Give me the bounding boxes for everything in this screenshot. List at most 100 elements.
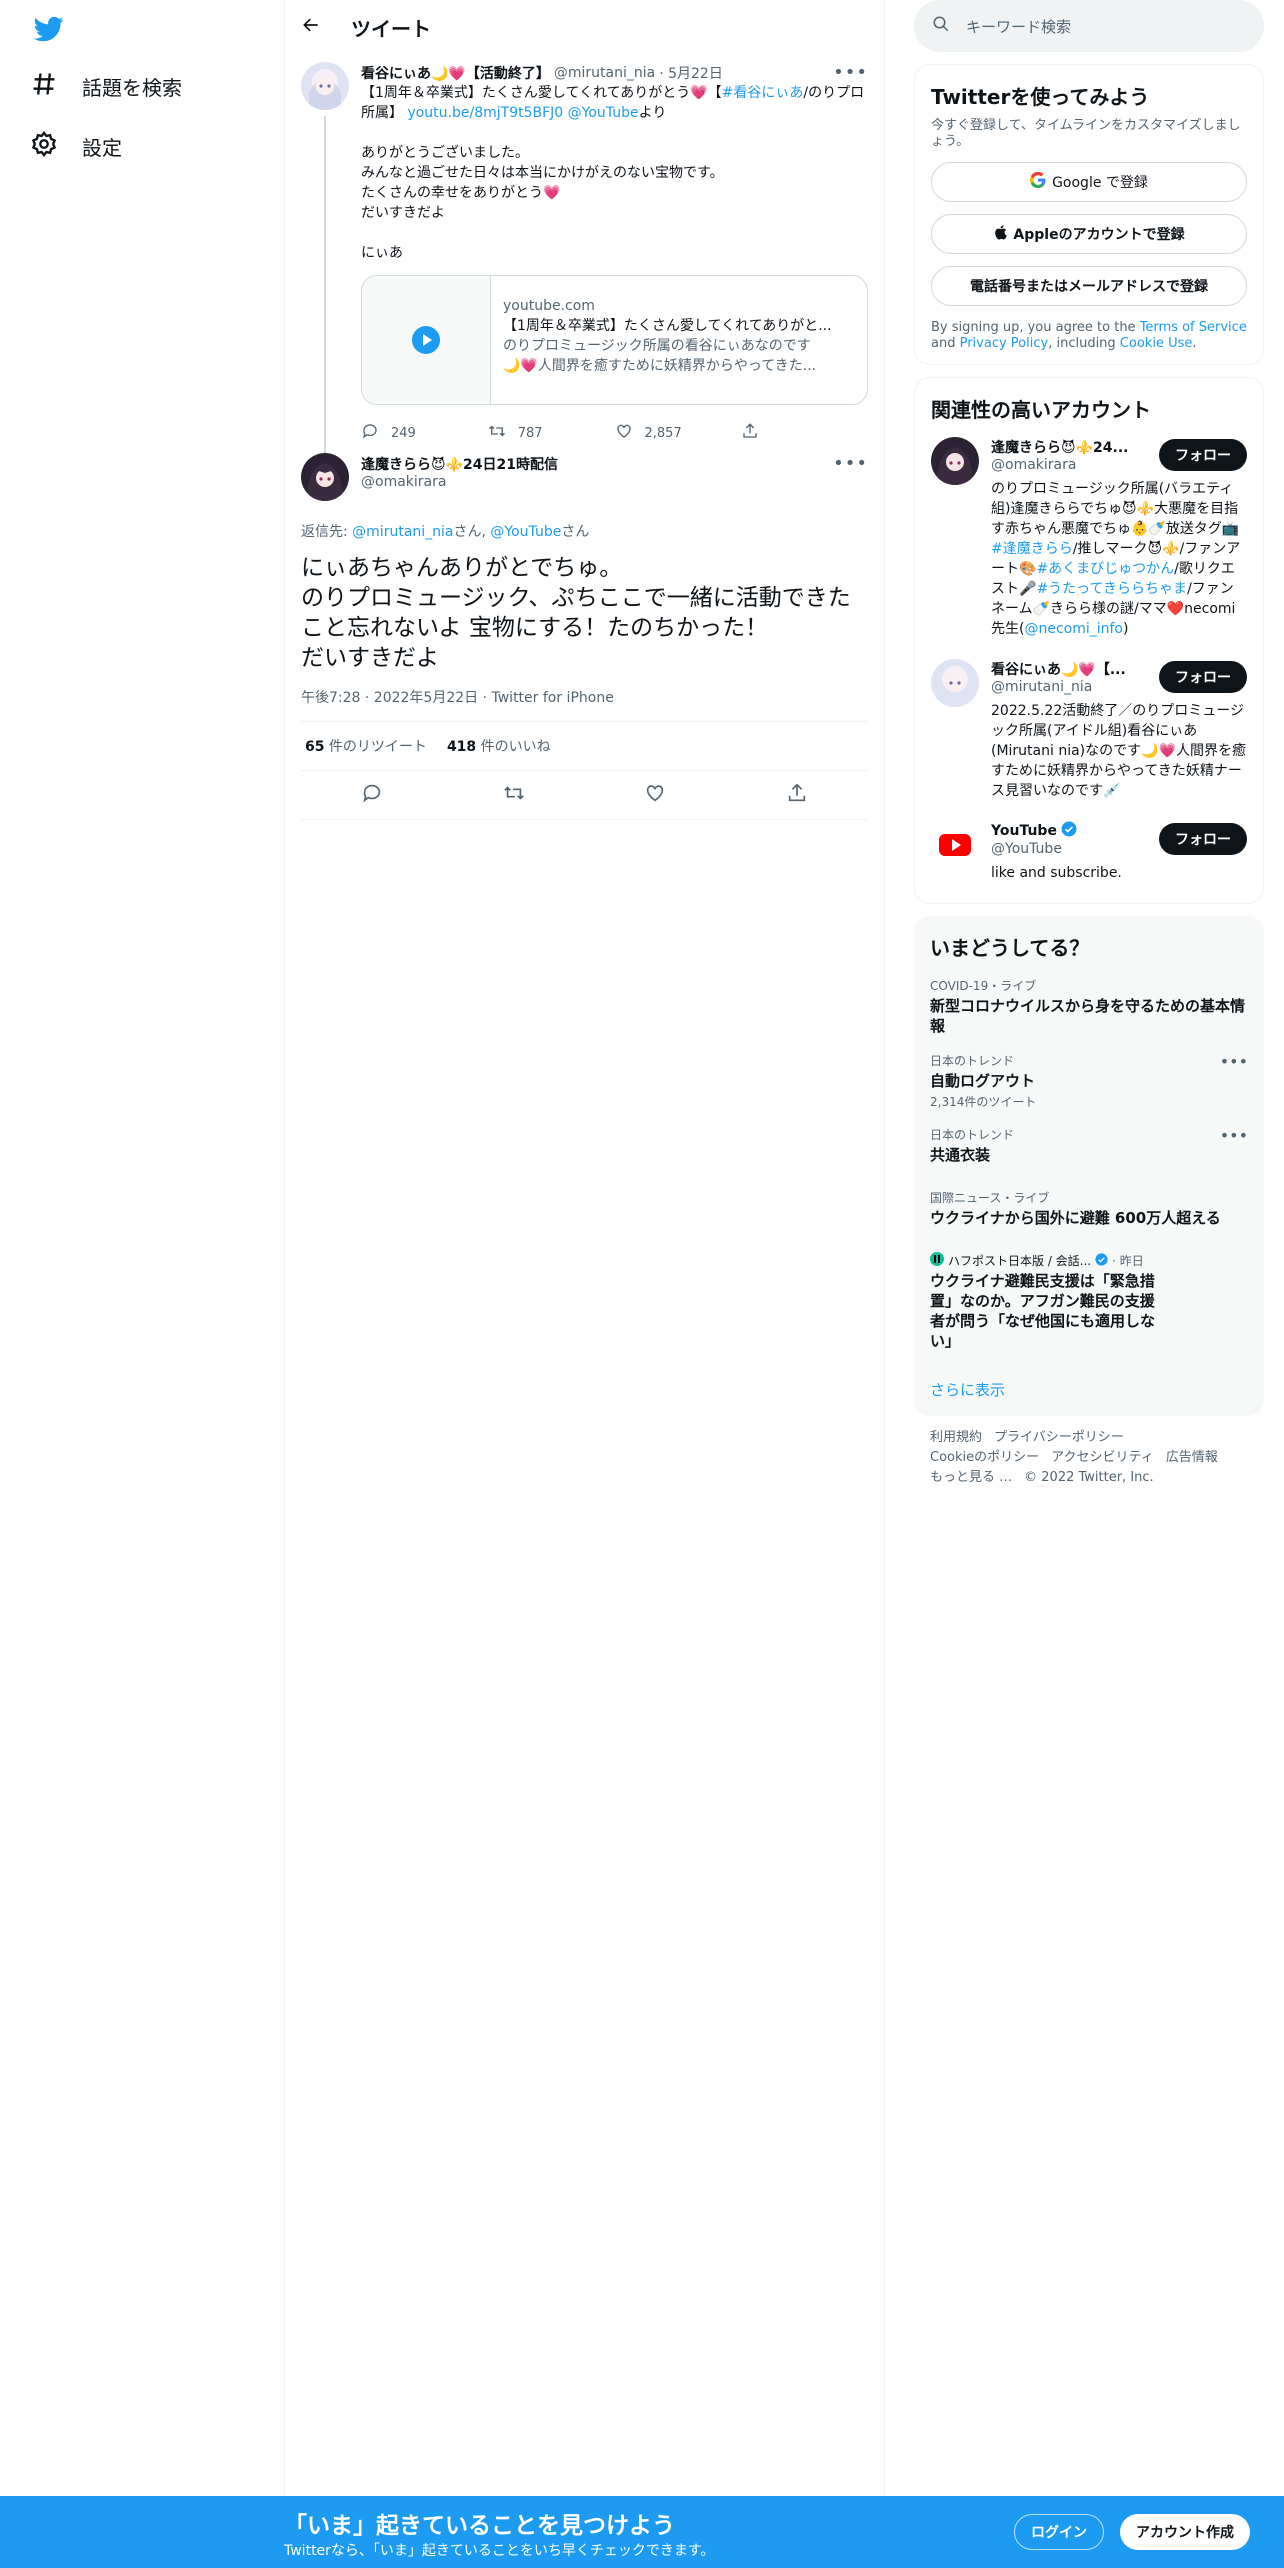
share-icon bbox=[741, 422, 759, 444]
signup-button[interactable]: アカウント作成 bbox=[1120, 2514, 1250, 2550]
search-box[interactable]: キーワード検索 bbox=[914, 0, 1264, 52]
apple-signup-button[interactable]: Appleのアカウントで登録 bbox=[931, 214, 1247, 254]
tweet-body: ありがとうございました。 みんなと過ごせた日々は本当にかけがえのない宝物です。 … bbox=[361, 145, 724, 261]
trends-panel: いまどうしてる？ COVID-19・ライブ 新型コロナウイルスから身を守るための… bbox=[914, 916, 1264, 1416]
footer-link[interactable]: Cookieのポリシー bbox=[930, 1450, 1039, 1465]
trend-count: 2,314件のツイート bbox=[930, 1095, 1037, 1109]
retweet-count: 65 bbox=[305, 739, 325, 755]
google-signup-button[interactable]: Google で登録 bbox=[931, 162, 1247, 202]
reply-mention[interactable]: @mirutani_nia bbox=[352, 524, 453, 540]
youtube-logo-icon[interactable] bbox=[931, 821, 979, 869]
trend-category: COVID-19・ライブ bbox=[930, 979, 1037, 993]
search-input[interactable]: キーワード検索 bbox=[966, 16, 1071, 37]
phone-email-signup-button[interactable]: 電話番号またはメールアドレスで登録 bbox=[931, 266, 1247, 306]
bio-part: のりプロミュージック所属(バラエティ組)逢魔きららでちゅ😈⚜️大悪魔を目指す赤ち… bbox=[991, 481, 1240, 537]
trend-title: 共通衣装 bbox=[930, 1146, 991, 1164]
trend-item[interactable]: 国際ニュース・ライブ ウクライナから国外に避難 600万人超える bbox=[930, 1189, 1248, 1228]
account-item[interactable]: YouTube @YouTube フォロー like and subscribe… bbox=[931, 821, 1247, 883]
tweet-actions bbox=[301, 771, 868, 820]
more-icon[interactable]: ••• bbox=[1220, 1052, 1248, 1071]
privacy-link[interactable]: Privacy Policy bbox=[960, 336, 1049, 351]
more-icon[interactable]: ••• bbox=[833, 453, 868, 474]
account-handle[interactable]: @mirutani_nia bbox=[991, 679, 1151, 695]
more-icon[interactable]: ••• bbox=[833, 62, 868, 83]
trend-title: ウクライナから国外に避難 600万人超える bbox=[930, 1209, 1221, 1227]
terms-text: By signing up, you agree to the Terms of… bbox=[931, 320, 1247, 352]
cookie-link[interactable]: Cookie Use bbox=[1120, 336, 1193, 351]
more-icon[interactable]: ••• bbox=[1220, 1126, 1248, 1145]
card-description: のりプロミュージック所属の看谷にぃあなのです bbox=[503, 338, 811, 354]
retweet-icon[interactable] bbox=[503, 782, 525, 808]
heart-icon[interactable] bbox=[644, 782, 666, 808]
account-name[interactable]: 看谷にぃあ🌙💗【... bbox=[991, 659, 1141, 679]
reply-icon[interactable] bbox=[361, 782, 383, 808]
author-name[interactable]: 看谷にぃあ🌙💗【活動終了】 bbox=[361, 63, 550, 83]
reply-mid: さん, bbox=[453, 524, 491, 540]
nav-explore[interactable]: 話題を検索 bbox=[30, 70, 182, 103]
trend-category: 国際ニュース・ライブ bbox=[930, 1191, 1050, 1205]
footer-link[interactable]: 利用規約 bbox=[930, 1430, 982, 1445]
footer-link[interactable]: プライバシーポリシー bbox=[994, 1430, 1124, 1445]
nav-settings[interactable]: 設定 bbox=[30, 130, 122, 163]
terms-link[interactable]: Terms of Service bbox=[1140, 320, 1247, 335]
terms-part: and bbox=[931, 336, 960, 351]
avatar[interactable] bbox=[301, 62, 349, 110]
signup-banner: 「いま」起きていることを見つけよう Twitterなら、「いま」起きていることを… bbox=[0, 2496, 1284, 2568]
hashtag-link[interactable]: #看谷にぃあ bbox=[722, 85, 804, 101]
footer-link[interactable]: アクセシビリティ bbox=[1051, 1450, 1154, 1465]
footer-link[interactable]: 広告情報 bbox=[1166, 1450, 1218, 1465]
youtube-link[interactable]: youtu.be/8mjT9t5BFJ0 bbox=[407, 105, 563, 121]
trend-item[interactable]: 日本のトレンド 自動ログアウト 2,314件のツイート ••• bbox=[930, 1052, 1248, 1110]
account-handle[interactable]: @YouTube bbox=[991, 841, 1151, 857]
like-count: 418 bbox=[446, 739, 477, 755]
heart-icon bbox=[615, 422, 633, 444]
google-icon bbox=[1029, 171, 1046, 192]
back-arrow-icon[interactable] bbox=[301, 15, 321, 39]
tweet-text-part: より bbox=[638, 105, 667, 121]
show-more-link[interactable]: さらに表示 bbox=[930, 1379, 1248, 1400]
follow-button[interactable]: フォロー bbox=[1159, 661, 1247, 693]
retweet-stat[interactable]: 65 件のリツイート bbox=[305, 736, 427, 756]
avatar[interactable] bbox=[931, 659, 979, 707]
parent-tweet[interactable]: 看谷にぃあ🌙💗【活動終了】 @mirutani_nia · 5月22日 ••• … bbox=[285, 54, 884, 486]
account-item[interactable]: 逢魔きらら😈⚜️24... @omakirara フォロー のりプロミュージック… bbox=[931, 437, 1247, 639]
account-name[interactable]: YouTube bbox=[991, 823, 1057, 839]
terms-part: By signing up, you agree to the bbox=[931, 320, 1140, 335]
twitter-bird-icon[interactable] bbox=[32, 14, 66, 44]
terms-part: , including bbox=[1048, 336, 1120, 351]
huffpost-logo-icon bbox=[930, 1252, 944, 1269]
author-name[interactable]: 逢魔きらら😈⚜️24日21時配信 bbox=[361, 454, 558, 474]
reply-prefix: 返信先: bbox=[301, 524, 353, 540]
follow-button[interactable]: フォロー bbox=[1159, 439, 1247, 471]
trend-item[interactable]: COVID-19・ライブ 新型コロナウイルスから身を守るための基本情報 bbox=[930, 977, 1248, 1036]
like-button[interactable]: 2,857 bbox=[615, 422, 742, 444]
share-button[interactable] bbox=[741, 422, 868, 444]
account-name[interactable]: 逢魔きらら😈⚜️24... bbox=[991, 437, 1141, 457]
hashtag-link[interactable]: #あくまびじゅつかん bbox=[1036, 561, 1174, 577]
link-card[interactable]: youtube.com 【1周年＆卒業式】たくさん愛してくれてありがと... の… bbox=[361, 275, 868, 405]
like-stat[interactable]: 418 件のいいね bbox=[447, 736, 551, 756]
account-item[interactable]: 看谷にぃあ🌙💗【... @mirutani_nia フォロー 2022.5.22… bbox=[931, 659, 1247, 801]
tweet-text: にぃあちゃんありがとでちゅ。 のりプロミュージック、ぷちここで一緒に活動できたこ… bbox=[301, 555, 851, 671]
reply-mention[interactable]: @YouTube bbox=[490, 524, 561, 540]
login-button[interactable]: ログイン bbox=[1014, 2514, 1104, 2550]
tweet-timestamp[interactable]: 午後7:28 · 2022年5月22日 · Twitter for iPhone bbox=[301, 687, 868, 707]
tweet-date[interactable]: · 5月22日 bbox=[659, 63, 723, 83]
author-handle[interactable]: @mirutani_nia bbox=[554, 65, 655, 81]
hashtag-link[interactable]: #逢魔きらら bbox=[991, 541, 1073, 557]
footer-link[interactable]: もっと見る … bbox=[930, 1470, 1012, 1485]
author-handle[interactable]: @omakirara bbox=[361, 474, 868, 490]
mention-link[interactable]: @necomi_info bbox=[1024, 621, 1123, 637]
trend-item[interactable]: 日本のトレンド 共通衣装 ••• bbox=[930, 1126, 1248, 1165]
follow-button[interactable]: フォロー bbox=[1159, 823, 1247, 855]
share-icon[interactable] bbox=[786, 782, 808, 808]
hashtag-link[interactable]: #うたってきららちゃま bbox=[1036, 581, 1187, 597]
mention-link[interactable]: @YouTube bbox=[568, 105, 639, 121]
avatar[interactable] bbox=[931, 437, 979, 485]
trend-item[interactable]: ハフポスト日本版 / 会話... · 昨日 ウクライナ避難民支援は「緊急措置」な… bbox=[930, 1252, 1248, 1351]
avatar[interactable] bbox=[301, 453, 349, 501]
trends-title: いまどうしてる？ bbox=[930, 936, 1090, 960]
retweet-button[interactable]: 787 bbox=[488, 422, 615, 444]
account-handle[interactable]: @omakirara bbox=[991, 457, 1151, 473]
reply-button[interactable]: 249 bbox=[361, 422, 488, 444]
